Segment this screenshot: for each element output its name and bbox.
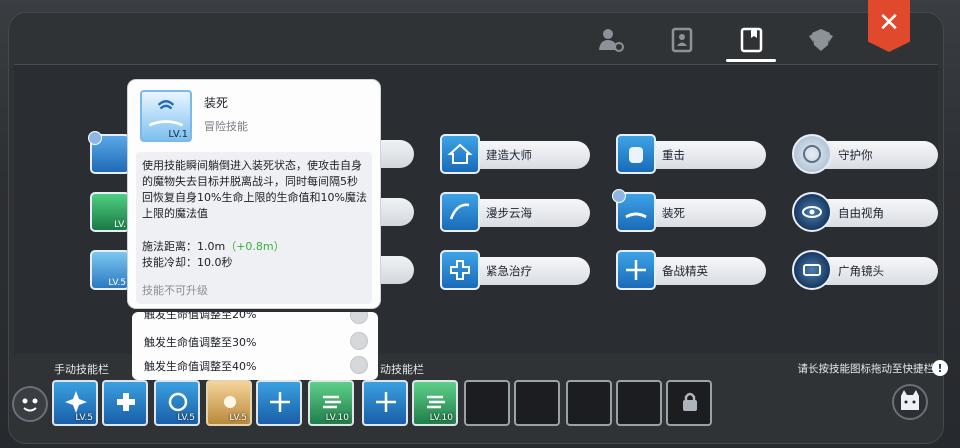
tab-character-settings[interactable] xyxy=(588,22,634,58)
skill-label: 守护你 xyxy=(838,148,873,162)
auto-skill-bar-label: 动技能栏 xyxy=(380,363,424,376)
hp-trigger-dropdown: 触发生命值调整至20% 触发生命值调整至30% 触发生命值调整至40% xyxy=(132,312,378,380)
arrows-icon xyxy=(376,392,396,412)
wind-icon xyxy=(323,395,341,409)
skill-item[interactable]: 备战精英 xyxy=(616,250,766,290)
skill-item[interactable]: 广角镜头 xyxy=(792,250,938,290)
lock-icon xyxy=(683,392,697,411)
person-gear-icon xyxy=(599,29,624,52)
skill-label: 重击 xyxy=(662,148,685,162)
skills-screen: ✕ LV. LV.5 建造大师 重击 守护你 漫步云海 装死 自由视角 紧急治疗 xyxy=(0,0,960,448)
skill-icon-hidden-2[interactable]: LV. xyxy=(90,192,130,232)
skill-slot-1[interactable]: LV.5 xyxy=(52,380,98,426)
dropdown-radio[interactable] xyxy=(350,332,368,350)
skill-slot-4[interactable]: LV.5 xyxy=(206,380,252,426)
skill-item[interactable]: 重击 xyxy=(616,134,766,174)
dropdown-item[interactable]: 触发生命值调整至30% xyxy=(144,334,256,350)
shield-ring-icon xyxy=(792,134,832,174)
empty-slot-1[interactable] xyxy=(464,380,510,426)
burst-icon xyxy=(65,391,87,413)
skill-slot-6[interactable]: LV.10 xyxy=(308,380,354,426)
close-button[interactable]: ✕ xyxy=(868,0,910,52)
skill-item[interactable]: 漫步云海 xyxy=(440,192,590,232)
sun-icon xyxy=(224,396,236,408)
skill-pill-hidden-3[interactable] xyxy=(376,256,414,284)
skill-label: 建造大师 xyxy=(486,148,532,162)
tooltip-skill-name: 装死 xyxy=(204,96,229,110)
skill-slot-7[interactable] xyxy=(362,380,408,426)
skill-label: 备战精英 xyxy=(662,264,708,278)
skill-label: 漫步云海 xyxy=(486,206,532,220)
dropdown-radio[interactable] xyxy=(350,356,368,374)
skill-item[interactable]: 建造大师 xyxy=(440,134,590,174)
fist-icon xyxy=(616,134,656,174)
cloud-wave-icon xyxy=(440,192,480,232)
dropdown-item[interactable]: 触发生命值调整至20% xyxy=(144,312,256,322)
skill-pill-hidden-2[interactable] xyxy=(376,198,414,226)
skill-label: 装死 xyxy=(662,206,685,220)
skill-level: LV.5 xyxy=(108,278,126,288)
skill-tooltip: LV.1 装死 冒险技能 使用技能瞬间躺倒进入装死状态，使攻击自身的魔物失去目标… xyxy=(128,80,380,308)
tooltip-range-bonus: （+0.8m） xyxy=(225,240,285,253)
empty-slot-3[interactable] xyxy=(566,380,612,426)
skill-slot-2[interactable] xyxy=(102,380,148,426)
tooltip-skill-type: 冒险技能 xyxy=(204,120,248,133)
skill-icon-hidden-3[interactable]: LV.5 xyxy=(90,250,130,290)
skill-label: 紧急治疗 xyxy=(486,264,532,278)
tooltip-note: 技能不可升级 xyxy=(142,284,208,297)
skill-item[interactable]: 自由视角 xyxy=(792,192,938,232)
contact-book-icon xyxy=(671,27,693,53)
tab-guild[interactable] xyxy=(798,22,844,58)
skill-item[interactable]: 紧急治疗 xyxy=(440,250,590,290)
cross-heal-icon xyxy=(440,250,480,290)
tooltip-level: LV.1 xyxy=(168,129,188,140)
arrows-icon xyxy=(270,392,290,412)
crest-icon xyxy=(809,29,833,51)
tooltip-detail-box: 使用技能瞬间躺倒进入装死状态，使攻击自身的魔物失去目标并脱离战斗，同时每间隔5秒… xyxy=(136,152,372,304)
skill-slot-3[interactable]: LV.5 xyxy=(154,380,200,426)
tooltip-range: 施法距离：1.0m（+0.8m） xyxy=(142,240,285,253)
cross-heal-icon xyxy=(117,393,135,411)
dropdown-item[interactable]: 触发生命值调整至40% xyxy=(144,358,256,374)
arrows-icon xyxy=(616,250,656,290)
skill-item[interactable]: 守护你 xyxy=(792,134,938,174)
tooltip-cooldown: 技能冷却：10.0秒 xyxy=(142,256,233,269)
tab-contacts[interactable] xyxy=(658,22,704,58)
wind-icon xyxy=(427,395,445,409)
skill-pill-hidden-1[interactable] xyxy=(376,140,414,168)
skill-book-icon xyxy=(740,27,763,53)
skill-badge xyxy=(612,189,626,203)
skill-label: 广角镜头 xyxy=(838,264,884,278)
skill-level: LV. xyxy=(114,220,126,230)
house-icon xyxy=(440,134,480,174)
tooltip-description: 使用技能瞬间躺倒进入装死状态，使攻击自身的魔物失去目标并脱离战斗，同时每间隔5秒… xyxy=(142,159,367,220)
skill-label: 自由视角 xyxy=(838,206,884,220)
info-icon[interactable]: ! xyxy=(932,360,948,376)
skill-item[interactable]: 装死 xyxy=(612,189,766,232)
empty-slot-2[interactable] xyxy=(514,380,560,426)
eye-360-icon xyxy=(792,192,832,232)
lie-down-icon: LV.1 xyxy=(140,90,192,142)
close-icon: ✕ xyxy=(878,8,900,38)
skill-slot-5[interactable] xyxy=(256,380,302,426)
chat-face-icon[interactable] xyxy=(12,386,48,422)
wide-lens-icon xyxy=(792,250,832,290)
drag-hint: 请长按技能图标拖动至快捷栏 xyxy=(797,363,935,375)
pet-cat-icon[interactable] xyxy=(892,384,928,420)
skill-badge xyxy=(88,131,102,145)
gear-ring-icon xyxy=(168,392,188,412)
skill-slot-8[interactable]: LV.10 xyxy=(412,380,458,426)
tab-skills[interactable] xyxy=(726,22,776,62)
manual-skill-bar-label: 手动技能栏 xyxy=(54,363,109,376)
dropdown-radio[interactable] xyxy=(350,312,368,324)
empty-slot-4[interactable] xyxy=(616,380,662,426)
locked-slot[interactable] xyxy=(666,380,712,426)
